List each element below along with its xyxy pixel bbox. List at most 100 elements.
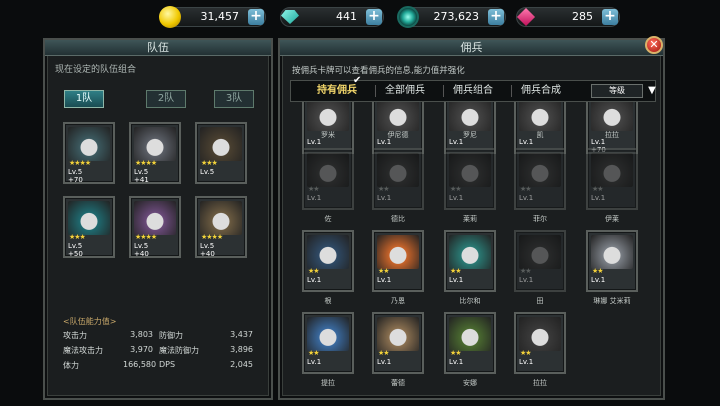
mercenary-bonus: +41 <box>134 176 149 184</box>
mercenary-card[interactable]: ★★★★ Lv.5 +70 <box>63 122 115 184</box>
mercenary-bonus: +50 <box>68 250 83 258</box>
mercenary-portrait <box>377 317 419 351</box>
mercenary-card[interactable]: ★★ Lv.1 <box>302 230 354 292</box>
resource-bar: 31,457 + 441 + 273,623 + 285 + <box>0 6 720 29</box>
mercenary-name: 拉拉 <box>605 131 619 139</box>
mercenary-level: Lv.1 <box>519 276 534 284</box>
mercenary-card[interactable]: ★★★★ Lv.5 +40 <box>195 196 247 258</box>
stats-row: 攻击力 3,803 防御力 3,437 <box>63 330 263 342</box>
stat-label: 攻击力 <box>63 331 87 340</box>
star-rating: ★★ <box>378 185 390 193</box>
tab-team-2[interactable]: 2队 <box>146 90 186 108</box>
team-tabs: 1队 2队 3队 <box>60 90 260 108</box>
tab-owned-mercenaries[interactable]: 持有佣兵 <box>317 81 357 101</box>
crystal-value: 285 <box>572 10 593 23</box>
mercenary-card[interactable]: ★★★★ Lv.5 +41 <box>129 122 181 184</box>
gold-value: 31,457 <box>200 10 240 23</box>
mercenary-portrait <box>307 235 349 269</box>
mercenary-name: 拉拉 <box>533 379 547 387</box>
mercenary-level: Lv.1 <box>449 276 464 284</box>
mercenary-level: Lv.5 <box>68 242 83 250</box>
buy-orb-button[interactable]: + <box>488 9 504 25</box>
mercenary-level: Lv.1 <box>591 276 606 284</box>
mercenary-card[interactable]: ★★ Lv.1 <box>372 230 424 292</box>
mercenary-portrait <box>307 97 349 131</box>
mercenary-card[interactable]: ★★ Lv.1 <box>444 230 496 292</box>
mercenary-card[interactable]: ★★ Lv.1 <box>302 148 354 210</box>
buy-gem-button[interactable]: + <box>366 9 382 25</box>
tab-divider <box>443 85 444 97</box>
mercenary-level: Lv.1 <box>307 358 322 366</box>
mercenary-card[interactable]: ★★★ Lv.5 <box>195 122 247 184</box>
mercenary-portrait <box>377 97 419 131</box>
mercenary-bonus: +40 <box>200 250 215 258</box>
mercenary-name: 安娜 <box>463 379 477 387</box>
star-rating: ★★ <box>592 185 604 193</box>
mercenary-card[interactable]: ★★ Lv.1 <box>514 230 566 292</box>
mercenary-card[interactable]: ★★ Lv.1 <box>586 230 638 292</box>
mercenary-card[interactable]: ★★ Lv.1 <box>586 148 638 210</box>
star-rating: ★★ <box>308 349 320 357</box>
mercenary-card[interactable]: ★★ Lv.1 <box>444 148 496 210</box>
mercenary-portrait <box>591 97 633 131</box>
mercenary-name: 伊尼德 <box>387 131 409 139</box>
stat-label: 防御力 <box>159 331 183 340</box>
mercenary-portrait <box>307 153 349 187</box>
mercenary-portrait <box>134 201 176 235</box>
mercenary-bonus: +40 <box>134 250 149 258</box>
mercenary-portrait <box>449 317 491 351</box>
mercenary-level: Lv.1 <box>377 194 392 202</box>
mercenary-name: 比尔和 <box>459 297 481 305</box>
star-rating: ★★ <box>450 267 462 275</box>
star-rating: ★★ <box>520 349 532 357</box>
mercenary-level: Lv.1 <box>519 194 534 202</box>
stat-label: 体力 <box>63 361 79 370</box>
mercenary-name: 罗尼 <box>463 131 477 139</box>
team-panel: 队伍 现在设定的队伍组合 1队 2队 3队 ★★★★ Lv.5 +70 ★★★★ Lv.… <box>43 38 273 400</box>
sort-select[interactable]: 等级 <box>591 84 643 98</box>
mercenary-card[interactable]: ★★★★ Lv.5 +40 <box>129 196 181 258</box>
mercenary-card[interactable]: ★★ Lv.1 <box>444 312 496 374</box>
sort-dropdown-icon[interactable]: ▼ <box>645 84 659 98</box>
mercenary-name: 凯 <box>536 131 544 139</box>
mercenary-level: Lv.5 <box>200 242 215 250</box>
stat-value: 2,045 <box>230 360 253 369</box>
mercenary-card[interactable]: ★★★ Lv.5 +50 <box>63 196 115 258</box>
star-rating: ★★ <box>378 267 390 275</box>
tab-mercenary-fusion[interactable]: 佣兵合成 <box>521 81 561 101</box>
mercenary-card[interactable]: ★★ Lv.1 <box>302 312 354 374</box>
gold-coin-icon <box>159 6 181 28</box>
mercenary-name: 琳娜 艾米莉 <box>593 297 631 305</box>
tab-all-mercenaries[interactable]: 全部佣兵 <box>385 81 425 101</box>
star-rating: ★★ <box>378 349 390 357</box>
buy-crystal-button[interactable]: + <box>602 9 618 25</box>
mercenary-portrait <box>307 317 349 351</box>
mercenary-portrait <box>519 153 561 187</box>
stat-value: 3,896 <box>230 345 253 354</box>
mercenary-name: 德比 <box>391 215 405 223</box>
close-button[interactable]: ✕ <box>645 36 663 54</box>
mercenary-level: Lv.1 <box>377 358 392 366</box>
mercenary-card[interactable]: ★★ Lv.1 <box>514 148 566 210</box>
star-rating: ★★★ <box>69 233 86 241</box>
mercenary-card[interactable]: ★★ Lv.1 <box>514 312 566 374</box>
team-panel-title: 队伍 <box>45 40 271 56</box>
tab-team-3[interactable]: 3队 <box>214 90 254 108</box>
tab-mercenary-combos[interactable]: 佣兵组合 <box>453 81 493 101</box>
stat-label: 魔法防御力 <box>159 346 199 355</box>
star-rating: ★★★★ <box>69 159 91 167</box>
mercenary-name: 莱莉 <box>463 215 477 223</box>
mercenary-panel-title: 佣兵 <box>280 40 663 56</box>
mercenary-level: Lv.1 <box>449 194 464 202</box>
tab-team-1[interactable]: 1队 <box>64 90 104 108</box>
mercenary-description: 按佣兵卡牌可以查看佣兵的信息,能力值并强化 <box>292 66 465 76</box>
star-rating: ★★ <box>450 185 462 193</box>
team-panel-subtitle: 现在设定的队伍组合 <box>55 65 137 75</box>
mercenary-portrait <box>519 235 561 269</box>
stats-row: 体力 166,580 DPS 2,045 <box>63 360 263 372</box>
mercenary-card[interactable]: ★★ Lv.1 <box>372 312 424 374</box>
mercenary-card[interactable]: ★★ Lv.1 <box>372 148 424 210</box>
mercenary-portrait <box>591 235 633 269</box>
mercenary-panel: 佣兵 按佣兵卡牌可以查看佣兵的信息,能力值并强化 Lv.1 罗米 Lv.1 伊尼德 Lv… <box>278 38 665 400</box>
buy-gold-button[interactable]: + <box>248 9 264 25</box>
